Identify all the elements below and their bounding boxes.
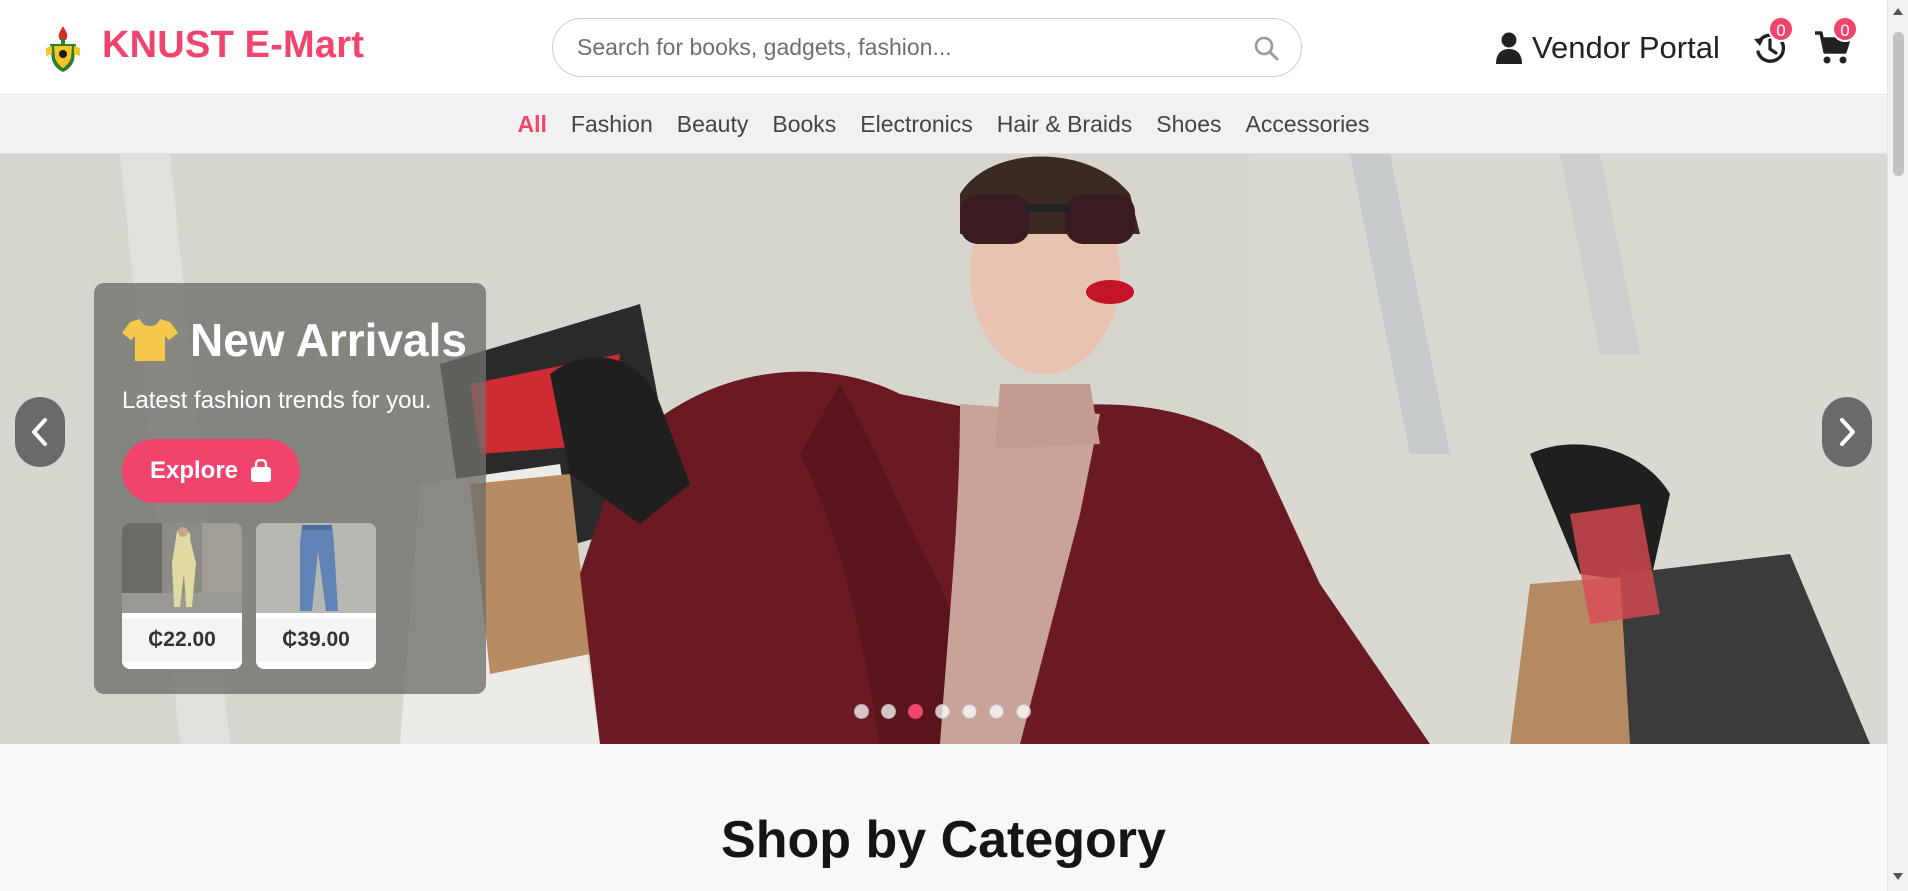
explore-button[interactable]: Explore [122, 439, 300, 503]
user-icon [1496, 32, 1522, 64]
search-icon[interactable] [1253, 35, 1279, 61]
promo-title: New Arrivals [190, 314, 467, 366]
product-price: ₵39.00 [256, 618, 376, 662]
brand-name[interactable]: KNUST E-Mart [102, 24, 364, 67]
category-all[interactable]: All [518, 111, 547, 138]
tshirt-icon [122, 319, 178, 361]
explore-label: Explore [149, 457, 239, 484]
carousel-next-button[interactable] [1822, 397, 1872, 467]
product-image [256, 523, 376, 613]
carousel-dot-4[interactable] [935, 704, 950, 719]
page-scrollbar[interactable] [1887, 0, 1908, 891]
cart-count-badge: 0 [1832, 16, 1858, 42]
carousel-prev-button[interactable] [15, 397, 65, 467]
scrollbar-thumb[interactable] [1893, 32, 1904, 176]
category-books[interactable]: Books [772, 111, 836, 138]
promo-card: New Arrivals Latest fashion trends for y… [94, 283, 486, 694]
carousel-dot-2[interactable] [881, 704, 896, 719]
shopping-bag-icon [251, 459, 272, 482]
promo-subtitle: Latest fashion trends for you. [122, 387, 432, 414]
product-thumb[interactable]: ₵22.00 [122, 523, 242, 669]
carousel-dot-5[interactable] [962, 704, 977, 719]
category-electronics[interactable]: Electronics [860, 111, 972, 138]
history-count-badge: 0 [1768, 16, 1794, 42]
knust-crest-icon[interactable] [44, 24, 82, 74]
section-title: Shop by Category [721, 811, 1166, 869]
site-header: KNUST E-Mart Vendor Portal 0 0 [0, 0, 1887, 95]
carousel-dot-3[interactable] [908, 704, 923, 719]
chevron-right-icon [1840, 418, 1855, 446]
scroll-down-arrow-icon[interactable] [1893, 873, 1903, 880]
category-hair-braids[interactable]: Hair & Braids [997, 111, 1132, 138]
category-fashion[interactable]: Fashion [571, 111, 653, 138]
product-price: ₵22.00 [122, 618, 242, 662]
scroll-up-arrow-icon[interactable] [1893, 8, 1903, 15]
category-accessories[interactable]: Accessories [1245, 111, 1369, 138]
carousel-dot-1[interactable] [854, 704, 869, 719]
product-image [122, 523, 242, 613]
search-bar [552, 18, 1302, 77]
search-input[interactable] [577, 19, 1217, 76]
product-thumb[interactable]: ₵39.00 [256, 523, 376, 669]
category-shoes[interactable]: Shoes [1156, 111, 1221, 138]
vendor-portal-link[interactable]: Vendor Portal [1496, 26, 1720, 70]
category-nav: All Fashion Beauty Books Electronics Hai… [0, 96, 1887, 154]
carousel-dot-7[interactable] [1016, 704, 1031, 719]
category-beauty[interactable]: Beauty [677, 111, 749, 138]
carousel-dot-6[interactable] [989, 704, 1004, 719]
promo-title-row: New Arrivals [122, 313, 467, 367]
vendor-portal-label: Vendor Portal [1532, 30, 1720, 65]
carousel-indicators [854, 704, 1031, 719]
chevron-left-icon [32, 418, 47, 446]
hero-carousel: New Arrivals Latest fashion trends for y… [0, 154, 1887, 744]
